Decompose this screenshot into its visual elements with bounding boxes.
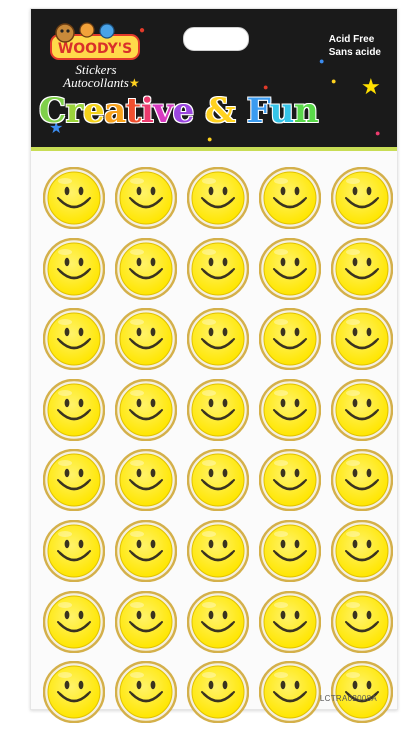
- smiley-face-icon: [43, 519, 105, 582]
- acid-line-2: Sans acide: [328, 47, 381, 58]
- smiley-face-icon: [43, 449, 105, 512]
- sticker-row: [43, 590, 393, 653]
- title-letter: u: [269, 91, 295, 131]
- smiley-face-icon: [187, 661, 249, 724]
- smiley-face-icon: [331, 661, 393, 724]
- smiley-face-icon: [43, 308, 105, 371]
- title-letter: v: [153, 91, 173, 131]
- title-letter: C: [39, 91, 66, 131]
- smiley-face-icon: [331, 449, 393, 512]
- smiley-face-icon: [187, 378, 249, 441]
- smiley-face-icon: [115, 237, 177, 300]
- acid-free-label: Acid Free Sans acide: [329, 33, 381, 59]
- smiley-face-icon: [115, 167, 177, 229]
- smiley-face-icon: [115, 308, 177, 371]
- sticker-row: [43, 237, 393, 300]
- smiley-face-icon: [187, 308, 249, 371]
- title-letter: a: [104, 91, 126, 131]
- smiley-face-icon: [331, 237, 393, 300]
- smiley-face-icon: [331, 308, 393, 371]
- smiley-face-icon: [115, 590, 177, 653]
- brand-line-2: Autocollants: [63, 75, 129, 90]
- sticker-row: [43, 308, 393, 371]
- smiley-face-icon: [259, 590, 321, 653]
- smiley-face-icon: [259, 308, 321, 371]
- brand-name: WOODY'S: [58, 41, 132, 57]
- smiley-face-icon: [43, 237, 105, 300]
- smiley-face-icon: [115, 449, 177, 512]
- title-letter: e: [172, 91, 195, 131]
- smiley-face-icon: [259, 449, 321, 512]
- sticker-package: WOODY'S Stickers Autocollants Acid Free …: [30, 8, 398, 724]
- smiley-face-icon: [115, 519, 177, 582]
- smiley-face-icon: [331, 590, 393, 653]
- brand-subtitle: Stickers Autocollants: [55, 63, 137, 89]
- dot-icon: ●: [331, 76, 337, 86]
- smiley-face-icon: [331, 167, 393, 229]
- smiley-face-icon: [331, 378, 393, 441]
- sticker-row: [43, 661, 393, 724]
- sticker-grid: [43, 167, 393, 732]
- smiley-face-icon: [115, 378, 177, 441]
- smiley-face-icon: [331, 519, 393, 582]
- title-letter: F: [246, 91, 271, 131]
- smiley-face-icon: [259, 167, 321, 229]
- smiley-face-icon: [259, 661, 321, 724]
- smiley-face-icon: [43, 590, 105, 653]
- title-letter: n: [293, 91, 319, 131]
- dot-icon: ●: [139, 25, 146, 36]
- smiley-face-icon: [187, 237, 249, 300]
- title-letter: &: [193, 91, 247, 131]
- title-letter: i: [140, 91, 154, 131]
- smiley-face-icon: [115, 661, 177, 724]
- smiley-face-icon: [43, 167, 105, 229]
- title-letter: r: [65, 91, 84, 131]
- star-icon: ★: [129, 76, 140, 90]
- sticker-row: [43, 167, 393, 229]
- dot-icon: ●: [319, 56, 325, 66]
- title-letter: t: [125, 91, 142, 131]
- package-header: WOODY'S Stickers Autocollants Acid Free …: [31, 9, 397, 151]
- sticker-row: [43, 378, 393, 441]
- smiley-face-icon: [259, 519, 321, 582]
- acid-line-1: Acid Free: [328, 34, 375, 45]
- sticker-row: [43, 449, 393, 512]
- smiley-face-icon: [187, 449, 249, 512]
- smiley-face-icon: [259, 378, 321, 441]
- product-code: LCTRA02008A: [319, 694, 377, 703]
- title-letter: e: [82, 91, 105, 131]
- sticker-row: [43, 519, 393, 582]
- smiley-face-icon: [259, 237, 321, 300]
- smiley-face-icon: [43, 661, 105, 724]
- hang-hole: [183, 27, 249, 51]
- smiley-face-icon: [187, 590, 249, 653]
- package-title: Creative & Fun: [39, 91, 389, 139]
- smiley-face-icon: [43, 378, 105, 441]
- smiley-face-icon: [187, 519, 249, 582]
- smiley-face-icon: [187, 167, 249, 229]
